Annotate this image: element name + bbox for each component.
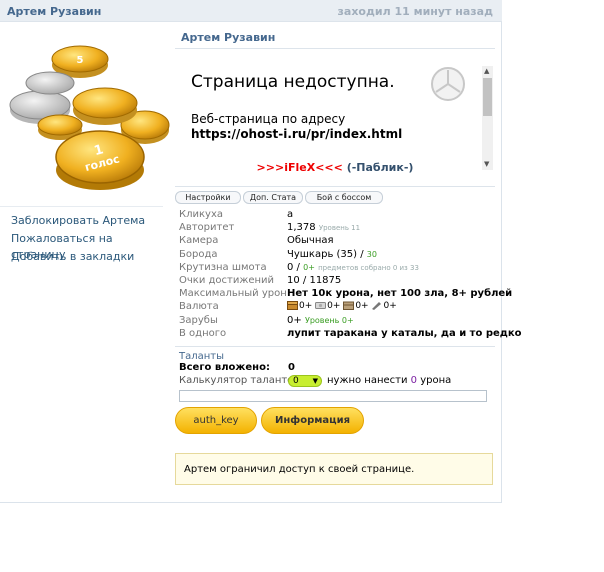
stat-row: Камера Обычная bbox=[179, 234, 495, 247]
embed-scrollbar[interactable]: ▲ ▼ bbox=[482, 66, 493, 170]
talent-calc-select[interactable]: 0 ▼ bbox=[288, 375, 322, 387]
access-restricted-notice: Артем ограничил доступ к своей странице. bbox=[175, 453, 493, 485]
stat-row: Зарубы 0+ Уровень 0+ bbox=[179, 314, 495, 327]
divider bbox=[175, 186, 495, 187]
beard-value: Чушкарь (35) / bbox=[287, 248, 364, 260]
fights-value: 0+ bbox=[287, 314, 302, 326]
scroll-thumb[interactable] bbox=[483, 78, 492, 116]
avatar-coins-image: 5 1 голос bbox=[9, 45, 170, 190]
stat-value: 1,378 Уровень 11 bbox=[287, 221, 360, 235]
stat-row: Максимальный урон Нет 10к урона, нет 100… bbox=[179, 287, 512, 300]
top-bar: Артем Рузавин заходил 11 минут назад bbox=[0, 0, 502, 22]
auth-key-button[interactable]: auth_key bbox=[175, 407, 257, 434]
slogan-public: (-Паблик-) bbox=[346, 161, 414, 174]
talent-need-text: нужно нанести 0 урона bbox=[327, 375, 451, 386]
broken-page-icon bbox=[431, 67, 465, 101]
top-user-name[interactable]: Артем Рузавин bbox=[7, 5, 101, 18]
currency-values: 0+ 0+ 0+ 0+ bbox=[287, 300, 397, 313]
stat-value: Чушкарь (35) / 30 bbox=[287, 248, 377, 261]
svg-text:5: 5 bbox=[77, 55, 84, 66]
last-seen: заходил 11 минут назад bbox=[337, 5, 493, 18]
info-button[interactable]: Информация bbox=[261, 407, 364, 434]
authority-level: Уровень 11 bbox=[318, 224, 361, 233]
stat-label: Крутизна шмота bbox=[179, 261, 267, 273]
tab-settings[interactable]: Настройки bbox=[175, 191, 241, 204]
currency-value: 0+ bbox=[383, 301, 397, 312]
stat-label: Камера bbox=[179, 235, 219, 247]
stat-row: Авторитет 1,378 Уровень 11 bbox=[179, 221, 495, 234]
stats-list: Кликуха а Авторитет 1,378 Уровень 11 Кам… bbox=[179, 208, 522, 340]
currency-value: 0+ bbox=[355, 301, 369, 312]
currency-value: 0+ bbox=[299, 301, 313, 312]
stat-value: 10 / 11875 bbox=[287, 274, 342, 286]
need-suffix: урона bbox=[420, 375, 452, 386]
stat-value: лупит таракана у каталы, да и то редко bbox=[287, 327, 522, 339]
stat-value: 0+ Уровень 0+ bbox=[287, 314, 354, 327]
profile-header: Артем Рузавин bbox=[175, 28, 495, 49]
chest-icon bbox=[287, 301, 298, 311]
stat-value: а bbox=[287, 209, 294, 220]
stat-value: Нет 10к урона, нет 100 зла, 8+ рублей bbox=[287, 288, 513, 300]
stat-label: В одного bbox=[179, 327, 227, 339]
stat-value: Обычная bbox=[287, 235, 334, 247]
stat-label: Очки достижений bbox=[179, 274, 275, 286]
profile-name: Артем Рузавин bbox=[181, 31, 276, 44]
report-page-link[interactable]: Пожаловаться на страницу bbox=[0, 231, 163, 261]
stat-row: В одного лупит таракана у каталы, да и т… bbox=[179, 327, 522, 340]
talent-calc-output bbox=[179, 390, 487, 402]
talents-header: Таланты bbox=[179, 351, 225, 362]
divider bbox=[175, 346, 495, 347]
stat-value: 0 / 0+ предметов собрано 0 из 33 bbox=[287, 261, 419, 275]
banknote-icon bbox=[315, 302, 327, 310]
talents-total-value: 0 bbox=[288, 362, 295, 373]
stat-row: Кликуха а bbox=[179, 208, 495, 221]
scroll-up-icon[interactable]: ▲ bbox=[484, 67, 489, 75]
talents-total-label: Всего вложено: bbox=[179, 362, 270, 373]
stat-label: Кликуха bbox=[179, 209, 223, 220]
error-url: https://ohost-i.ru/pr/index.html bbox=[191, 127, 403, 141]
error-title: Страница недоступна. bbox=[191, 72, 395, 92]
dropdown-arrow-icon: ▼ bbox=[312, 377, 318, 385]
stat-label: Валюта bbox=[179, 301, 219, 313]
gear-plus: 0+ bbox=[303, 262, 315, 272]
stat-label: Максимальный урон bbox=[179, 288, 287, 300]
add-bookmark-link[interactable]: Добавить в закладки bbox=[0, 249, 163, 267]
tab-boss-fight[interactable]: Бой с боссом bbox=[305, 191, 383, 204]
authority-value: 1,378 bbox=[287, 222, 316, 234]
stat-row: Борода Чушкарь (35) / 30 bbox=[179, 248, 495, 261]
stat-label: Авторитет bbox=[179, 222, 235, 234]
tab-extra-stats[interactable]: Доп. Стата bbox=[243, 191, 303, 204]
stat-row: Очки достижений 10 / 11875 bbox=[179, 274, 495, 287]
gear-collected: предметов собрано 0 из 33 bbox=[318, 263, 419, 272]
talent-calc-value: 0 bbox=[293, 376, 299, 386]
beard-max: 30 bbox=[366, 249, 377, 259]
gear-value: 0 / bbox=[287, 261, 300, 273]
currency-value: 0+ bbox=[327, 301, 341, 312]
stat-label: Борода bbox=[179, 248, 218, 260]
error-message-line: Веб-страница по адресу bbox=[191, 112, 346, 126]
block-user-link[interactable]: Заблокировать Артема bbox=[0, 213, 163, 231]
stat-row: Валюта 0+ 0+ 0+ 0+ bbox=[179, 300, 495, 313]
need-prefix: нужно нанести bbox=[327, 375, 408, 386]
pencil-icon bbox=[372, 302, 382, 311]
stat-label: Зарубы bbox=[179, 314, 218, 326]
need-number: 0 bbox=[410, 375, 418, 386]
stats-tabs: Настройки Доп. Стата Бой с боссом bbox=[175, 191, 495, 205]
slogan-red: >>>iFleX<<< bbox=[256, 161, 343, 174]
embedded-app-frame[interactable]: Страница недоступна. Веб-страница по адр… bbox=[175, 55, 495, 170]
sidebar-actions: Заблокировать Артема Пожаловаться на стр… bbox=[0, 206, 163, 267]
talent-calc-label: Калькулятор талантов : bbox=[179, 375, 306, 386]
group-slogan: >>>iFleX<<< (-Паблик-) bbox=[175, 161, 495, 174]
box-icon bbox=[343, 301, 355, 311]
notice-text: Артем ограничил доступ к своей странице. bbox=[184, 464, 415, 475]
stat-row: Крутизна шмота 0 / 0+ предметов собрано … bbox=[179, 261, 495, 274]
fights-level: Уровень 0+ bbox=[304, 315, 354, 325]
